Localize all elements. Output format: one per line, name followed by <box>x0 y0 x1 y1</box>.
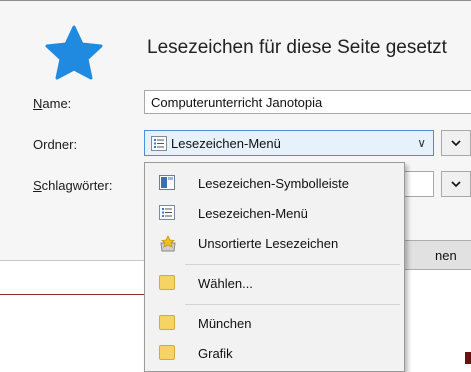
dropdown-item-label: Wählen... <box>198 276 253 291</box>
chevron-down-icon: ∨ <box>417 136 426 150</box>
dialog-title: Lesezeichen für diese Seite gesetzt <box>147 37 447 58</box>
folder-select[interactable]: Lesezeichen-Menü ∨ <box>144 130 434 156</box>
dropdown-item-bookmarks-menu[interactable]: Lesezeichen-Menü <box>145 199 404 229</box>
folder-select-value: Lesezeichen-Menü <box>171 136 281 151</box>
dropdown-item-label: Lesezeichen-Symbolleiste <box>198 176 350 191</box>
bookmarks-menu-icon <box>159 205 175 220</box>
dropdown-separator <box>185 264 400 265</box>
page-content-mark <box>465 352 471 364</box>
folder-icon <box>159 345 175 360</box>
dropdown-item-label: Lesezeichen-Menü <box>198 206 308 221</box>
remove-bookmark-button[interactable]: nen <box>404 240 471 270</box>
unsorted-bookmarks-icon <box>160 235 176 252</box>
folder-dropdown-list: Lesezeichen-Symbolleiste Lesezeichen-Men… <box>144 162 405 372</box>
expand-folder-tree-button[interactable] <box>441 130 471 156</box>
expand-tags-button[interactable] <box>441 171 471 197</box>
tags-label: Schlagwörter: <box>33 178 113 193</box>
tags-field[interactable] <box>404 171 434 197</box>
bookmark-star-icon <box>45 25 103 80</box>
chevron-down-icon <box>451 140 461 146</box>
bookmarks-toolbar-icon <box>159 175 175 190</box>
folder-icon <box>159 315 175 330</box>
dropdown-item-choose[interactable]: Wählen... <box>145 269 404 299</box>
bookmarks-menu-icon <box>151 136 167 151</box>
name-label: Name: <box>33 96 72 111</box>
dropdown-item-munchen[interactable]: München <box>145 309 404 339</box>
dropdown-separator <box>185 304 400 305</box>
chevron-down-icon <box>451 181 461 187</box>
dropdown-item-unsorted-bookmarks[interactable]: Unsortierte Lesezeichen <box>145 229 404 259</box>
dropdown-item-bookmarks-toolbar[interactable]: Lesezeichen-Symbolleiste <box>145 169 404 199</box>
name-field[interactable]: Computerunterricht Janotopia <box>144 90 471 114</box>
dropdown-item-label: Grafik <box>198 346 233 361</box>
folder-icon <box>159 275 175 290</box>
dropdown-item-label: München <box>198 316 252 331</box>
folder-label: Ordner: <box>33 137 78 152</box>
button-label: nen <box>435 248 457 263</box>
dropdown-item-grafik[interactable]: Grafik <box>145 339 404 369</box>
page-content-line <box>0 294 146 295</box>
dropdown-item-label: Unsortierte Lesezeichen <box>198 236 339 251</box>
